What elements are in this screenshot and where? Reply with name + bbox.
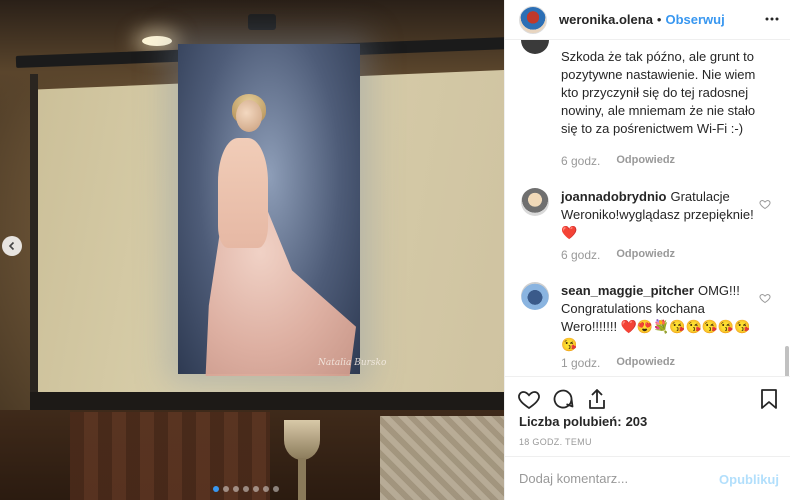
screen-border xyxy=(30,74,38,392)
goblet xyxy=(284,420,320,460)
carousel-dot xyxy=(243,486,249,492)
comment-item: joannadobrydnio Gratulacje Weroniko!wyglą… xyxy=(521,188,785,278)
comment-avatar[interactable] xyxy=(521,40,549,54)
action-bar xyxy=(505,376,790,416)
comment-time: 6 godz. xyxy=(561,154,601,168)
carousel-indicator xyxy=(213,486,279,492)
comment-text: Szkoda że tak późno, ale grunt to pozyty… xyxy=(561,49,756,136)
comment-meta: 6 godz. Odpowiedz xyxy=(561,248,675,262)
bookmark-icon[interactable] xyxy=(757,387,781,411)
comment-input[interactable] xyxy=(519,471,709,486)
comment-time: 6 godz. xyxy=(561,248,601,262)
likes-count[interactable]: Liczba polubień: 203 xyxy=(519,414,647,429)
comment-body: joannadobrydnio Gratulacje Weroniko!wyglą… xyxy=(561,188,757,242)
share-icon[interactable] xyxy=(585,387,609,411)
carousel-dot xyxy=(233,486,239,492)
post-username[interactable]: weronika.olena xyxy=(559,12,653,27)
chevron-left-icon xyxy=(8,241,15,251)
comment-icon[interactable] xyxy=(551,387,575,411)
comment-body: sean_maggie_pitcher OMG!!! Congratulation… xyxy=(561,282,757,354)
post-timestamp[interactable]: 18 GODZ. TEMU xyxy=(519,437,592,447)
comment-item: sean_maggie_pitcher OMG!!! Congratulation… xyxy=(521,282,785,376)
figure-head xyxy=(236,100,262,132)
comment-composer: Opublikuj xyxy=(505,456,790,500)
more-horizontal-icon[interactable] xyxy=(765,12,779,26)
heart-icon[interactable] xyxy=(759,292,771,304)
comment-avatar[interactable] xyxy=(521,282,549,310)
ceiling-lamp xyxy=(142,36,172,46)
carousel-dot xyxy=(273,486,279,492)
follow-button[interactable]: Obserwuj xyxy=(665,12,724,27)
figure-body xyxy=(218,138,268,248)
avatar[interactable] xyxy=(519,5,547,34)
separator-dot: • xyxy=(656,12,662,27)
comment-emoji: ❤️ xyxy=(561,225,578,240)
comment-username[interactable]: joannadobrydnio xyxy=(561,189,666,204)
likes-number: 203 xyxy=(625,414,648,429)
comments-scrollbar[interactable] xyxy=(785,346,789,376)
reply-button[interactable]: Odpowiedz xyxy=(616,248,675,262)
carousel-dot xyxy=(213,486,219,492)
carousel-dot xyxy=(263,486,269,492)
post-sidebar: weronika.olena • Obserwuj Szkoda że tak … xyxy=(504,0,790,500)
heart-icon[interactable] xyxy=(517,387,541,411)
previous-button[interactable] xyxy=(2,236,22,256)
carousel-dot xyxy=(223,486,229,492)
publish-button[interactable]: Opublikuj xyxy=(719,472,779,487)
comment-meta: 6 godz. Odpowiedz xyxy=(561,154,675,168)
reply-button[interactable]: Odpowiedz xyxy=(616,154,675,168)
screen-bottom-bar xyxy=(30,392,504,412)
comment-meta: 1 godz. Odpowiedz xyxy=(561,356,675,370)
goblet-stem xyxy=(298,458,306,500)
post-header: weronika.olena • Obserwuj xyxy=(505,0,790,40)
post-photo[interactable]: Natalia Bursko xyxy=(0,0,504,500)
carousel-dot xyxy=(253,486,259,492)
comments-list[interactable]: Szkoda że tak późno, ale grunt to pozyty… xyxy=(505,40,790,376)
projector xyxy=(248,14,276,30)
comment-username[interactable]: sean_maggie_pitcher xyxy=(561,283,694,298)
photo-signature: Natalia Bursko xyxy=(318,358,387,368)
comment-avatar[interactable] xyxy=(521,188,549,216)
reply-button[interactable]: Odpowiedz xyxy=(616,356,675,370)
chair xyxy=(380,416,504,500)
heart-icon[interactable] xyxy=(759,198,771,210)
comment-time: 1 godz. xyxy=(561,356,601,370)
likes-label: Liczba polubień: xyxy=(519,414,622,429)
